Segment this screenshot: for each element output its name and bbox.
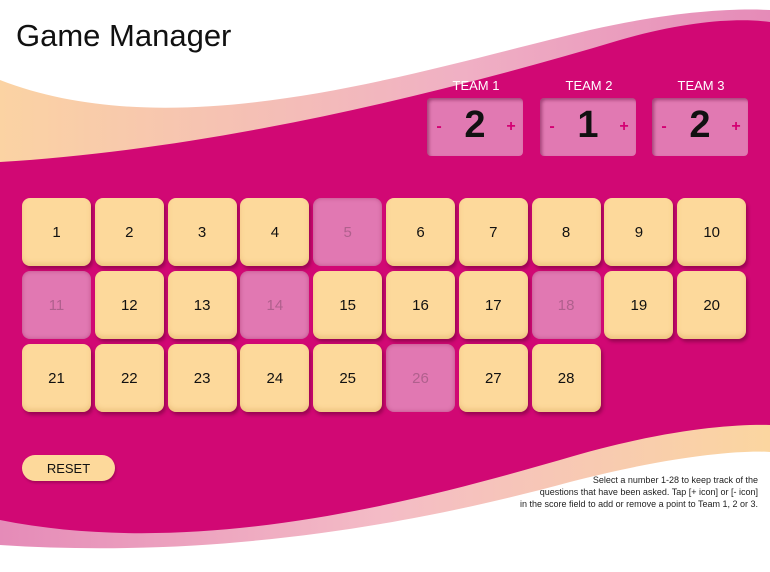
question-tile[interactable]: 24: [240, 344, 310, 412]
decrement-button[interactable]: -: [654, 117, 674, 137]
question-tile[interactable]: 9: [604, 198, 674, 266]
question-tile[interactable]: 26: [386, 344, 455, 412]
increment-button[interactable]: +: [614, 117, 634, 137]
score-value: 2: [464, 104, 486, 146]
question-tile[interactable]: 10: [677, 198, 747, 266]
team-label: TEAM 1: [452, 78, 500, 93]
question-tile[interactable]: 1: [22, 198, 91, 266]
question-tile[interactable]: 17: [458, 271, 528, 339]
question-tile[interactable]: 11: [22, 271, 91, 339]
decrement-button[interactable]: -: [542, 117, 562, 137]
question-tile[interactable]: 19: [604, 271, 674, 339]
increment-button[interactable]: +: [501, 117, 521, 137]
score-field: -2 +: [652, 98, 748, 156]
question-tile[interactable]: 8: [531, 198, 601, 266]
instructions-line: questions that have been asked. Tap [+ i…: [539, 487, 758, 497]
question-tile[interactable]: 7: [458, 198, 528, 266]
question-tile[interactable]: 12: [94, 271, 164, 339]
question-tile[interactable]: 22: [94, 344, 164, 412]
score-value: 2: [689, 104, 711, 146]
question-tile[interactable]: 5: [313, 198, 383, 266]
question-tile[interactable]: 16: [386, 271, 455, 339]
page-title: Game Manager: [16, 18, 232, 53]
score-field: -2 +: [427, 98, 523, 156]
team-label: TEAM 3: [677, 78, 725, 93]
team-panel-1: TEAM 1 -2 +: [427, 78, 525, 156]
decrement-button[interactable]: -: [429, 117, 449, 137]
score-value: 1: [577, 104, 599, 146]
team-panel-2: TEAM 2 -1 +: [540, 78, 638, 156]
question-tile[interactable]: 28: [531, 344, 601, 412]
question-tile[interactable]: 14: [240, 271, 310, 339]
question-tile[interactable]: 21: [22, 344, 91, 412]
increment-button[interactable]: +: [726, 117, 746, 137]
question-tile[interactable]: 18: [531, 271, 601, 339]
question-tile[interactable]: 3: [167, 198, 237, 266]
reset-button[interactable]: RESET: [22, 455, 115, 481]
question-tile[interactable]: 13: [167, 271, 237, 339]
team-label: TEAM 2: [565, 78, 613, 93]
instructions-line: Select a number 1-28 to keep track of th…: [592, 475, 758, 485]
question-tile[interactable]: 27: [458, 344, 528, 412]
instructions-text: Select a number 1-28 to keep track of th…: [488, 474, 758, 510]
score-field: -1 +: [540, 98, 636, 156]
question-tile[interactable]: 25: [313, 344, 383, 412]
team-panel-3: TEAM 3 -2 +: [652, 78, 750, 156]
question-tile[interactable]: 4: [240, 198, 310, 266]
question-tile[interactable]: 2: [94, 198, 164, 266]
question-tile[interactable]: 23: [167, 344, 237, 412]
question-tile[interactable]: 20: [677, 271, 747, 339]
question-tile[interactable]: 15: [313, 271, 383, 339]
question-tile[interactable]: 6: [386, 198, 455, 266]
instructions-line: in the score field to add or remove a po…: [520, 499, 758, 509]
